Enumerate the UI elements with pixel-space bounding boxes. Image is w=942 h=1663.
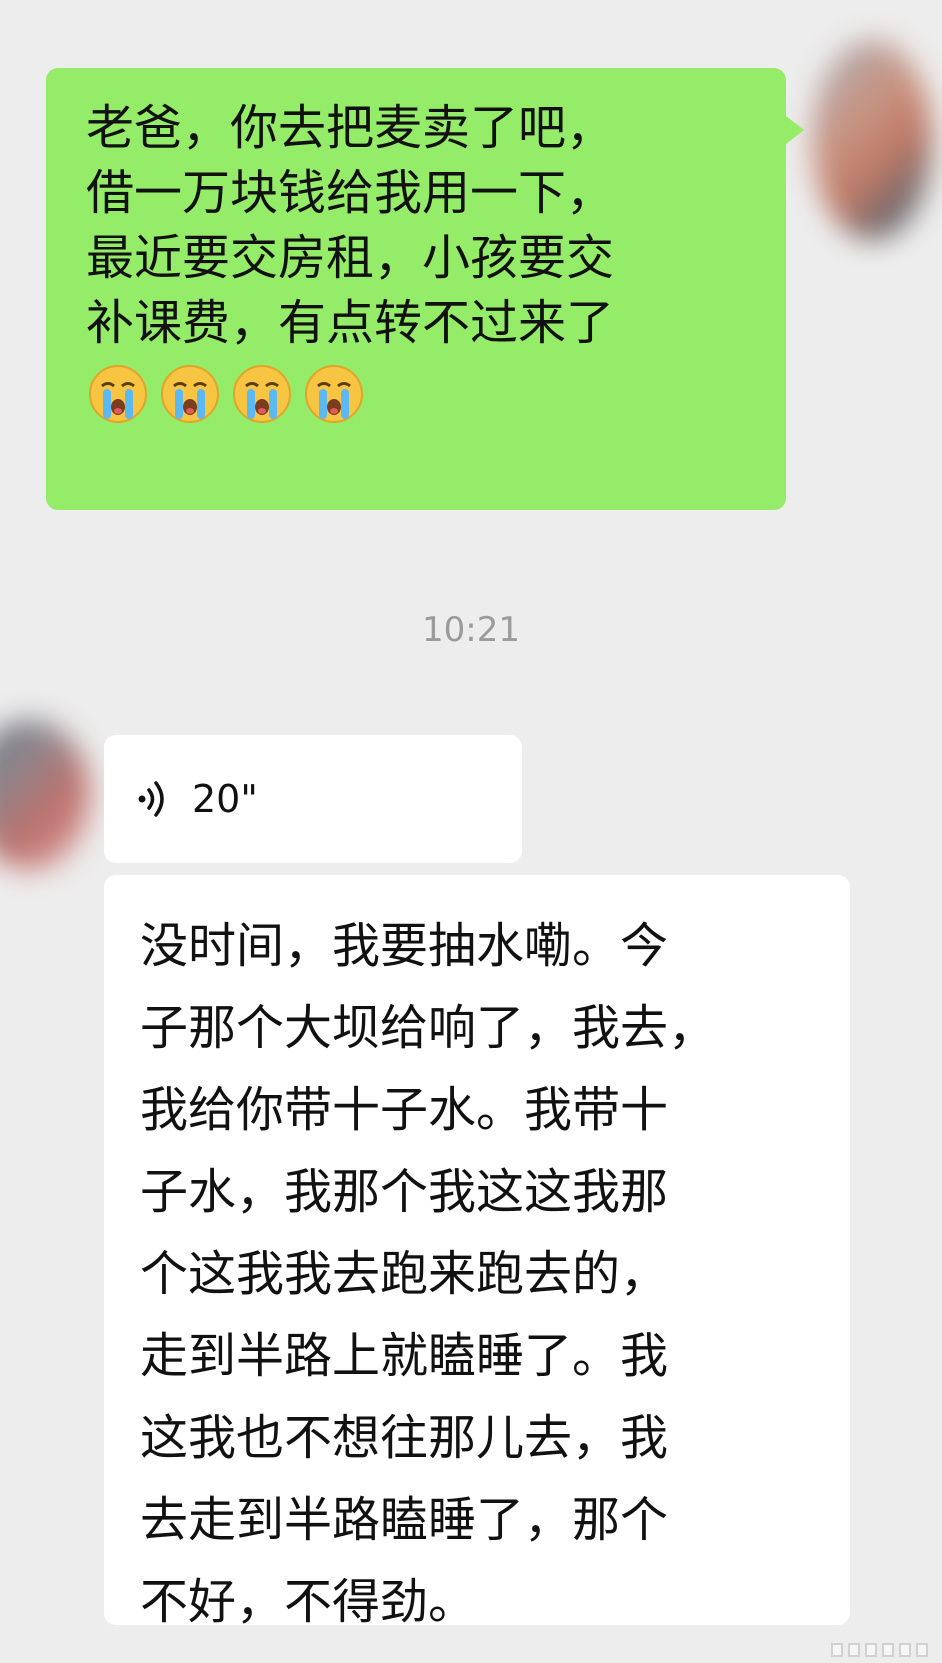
transcript-line: 子那个大坝给响了，我去， xyxy=(140,1000,717,1056)
crying-emoji-icon xyxy=(86,362,150,426)
message-timestamp: 10:21 xyxy=(422,610,520,650)
crying-emoji-icon xyxy=(302,362,366,426)
watermark-bar xyxy=(865,1643,877,1657)
contact-avatar-blurred[interactable] xyxy=(0,720,90,870)
sent-message-bubble[interactable]: 老爸，你去把麦卖了吧， 借一万块钱给我用一下， 最近要交房租，小孩要交 补课费，… xyxy=(46,68,804,510)
watermark-icon xyxy=(831,1643,928,1657)
sent-message-line: 补课费，有点转不过来了 xyxy=(86,295,615,351)
sent-message-line: 最近要交房租，小孩要交 xyxy=(86,230,615,286)
crying-emoji-icon xyxy=(230,362,294,426)
watermark-bar xyxy=(916,1643,928,1657)
transcript-line: 这我也不想往那儿去，我 xyxy=(140,1410,669,1466)
transcript-line: 没时间，我要抽水嘞。今 xyxy=(140,918,669,974)
voice-message-bubble[interactable]: 20" xyxy=(104,735,522,863)
transcript-line: 去走到半路瞌睡了，那个 xyxy=(140,1492,669,1548)
voice-wave-icon xyxy=(134,777,174,821)
sent-message-line: 借一万块钱给我用一下， xyxy=(86,165,615,221)
watermark-bar xyxy=(848,1643,860,1657)
transcript-line: 不好，不得劲。 xyxy=(140,1574,477,1630)
emoji-row xyxy=(86,362,756,426)
watermark-bar xyxy=(882,1643,894,1657)
transcript-line: 我给你带十子水。我带十 xyxy=(140,1082,669,1138)
crying-emoji-icon xyxy=(158,362,222,426)
transcript-line: 个这我我去跑来跑去的， xyxy=(140,1246,669,1302)
watermark-bar xyxy=(899,1643,911,1657)
voice-duration: 20" xyxy=(192,777,258,821)
transcript-line: 子水，我那个我这这我那 xyxy=(140,1164,669,1220)
watermark-bar xyxy=(831,1643,843,1657)
sent-message-line: 老爸，你去把麦卖了吧， xyxy=(86,100,615,156)
voice-transcript-bubble[interactable]: 没时间，我要抽水嘞。今 子那个大坝给响了，我去， 我给你带十子水。我带十 子水，… xyxy=(104,875,850,1630)
transcript-line: 走到半路上就瞌睡了。我 xyxy=(140,1328,669,1384)
sender-avatar-blurred[interactable] xyxy=(812,40,932,240)
